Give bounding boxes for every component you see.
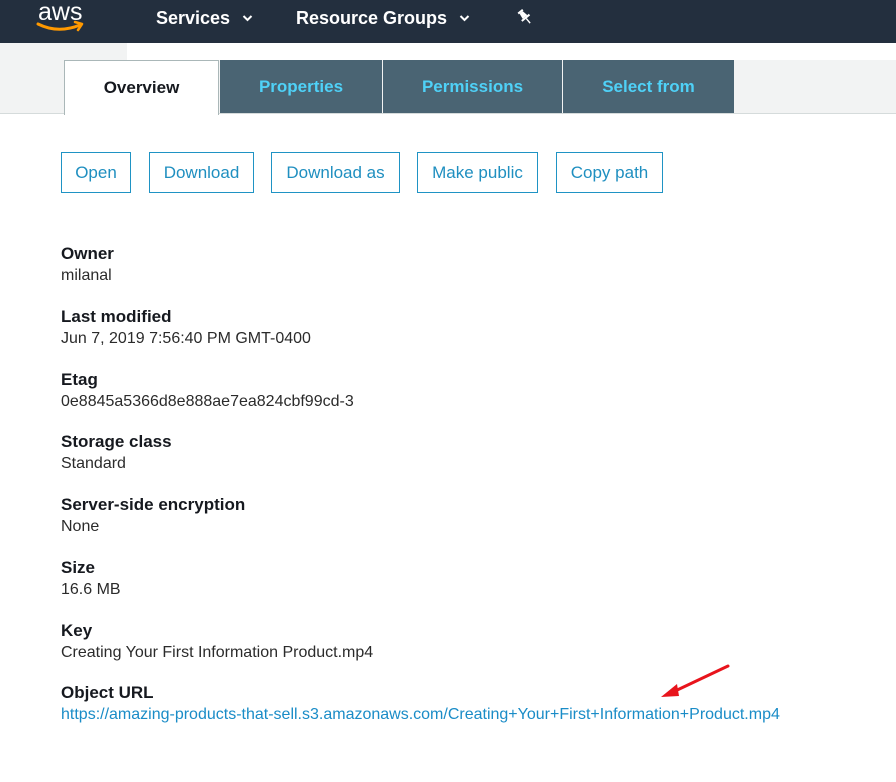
top-navigation-bar: aws Services Resource Groups [0, 0, 896, 43]
last-modified-label: Last modified [61, 307, 172, 326]
aws-logo[interactable]: aws [36, 0, 92, 38]
last-modified-value: Jun 7, 2019 7:56:40 PM GMT-0400 [61, 330, 311, 347]
tab-permissions[interactable]: Permissions [383, 60, 562, 113]
size-label: Size [61, 558, 96, 577]
owner-label: Owner [61, 244, 114, 263]
services-menu[interactable]: Services [156, 7, 253, 29]
services-label: Services [156, 7, 231, 28]
key-value: Creating Your First Information Product.… [61, 644, 374, 661]
download-button[interactable]: Download [149, 152, 254, 193]
storage-class-value: Standard [61, 455, 126, 472]
open-button[interactable]: Open [61, 152, 131, 193]
encryption-label: Server-side encryption [61, 495, 246, 514]
chevron-down-icon [242, 15, 253, 22]
storage-class-property: Storage class Standard [61, 432, 172, 474]
size-property: Size 16.6 MB [61, 558, 121, 600]
etag-value: 0e8845a5366d8e888ae7ea824cbf99cd-3 [61, 393, 354, 410]
pin-icon[interactable] [516, 8, 534, 26]
annotation-arrow-icon [661, 664, 730, 697]
owner-value: milanal [61, 267, 112, 284]
last-modified-property: Last modified Jun 7, 2019 7:56:40 PM GMT… [61, 307, 311, 349]
tab-properties-label: Properties [258, 76, 344, 96]
encryption-value: None [61, 518, 100, 535]
size-value: 16.6 MB [61, 581, 121, 598]
tab-overview-label: Overview [103, 78, 180, 97]
tab-permissions-label: Permissions [421, 76, 524, 96]
tab-properties[interactable]: Properties [220, 60, 382, 113]
resource-groups-menu[interactable]: Resource Groups [296, 7, 470, 29]
key-label: Key [61, 621, 93, 640]
tab-overview[interactable]: Overview [64, 60, 219, 115]
copy-path-button[interactable]: Copy path [556, 152, 663, 193]
storage-class-label: Storage class [61, 432, 172, 451]
header-divider [127, 43, 896, 60]
key-property: Key Creating Your First Information Prod… [61, 621, 373, 663]
encryption-property: Server-side encryption None [61, 495, 245, 537]
tab-select-from[interactable]: Select from [563, 60, 734, 113]
make-public-button[interactable]: Make public [417, 152, 538, 193]
resource-groups-label: Resource Groups [296, 7, 448, 28]
etag-label: Etag [61, 370, 98, 389]
tab-select-from-label: Select from [602, 76, 695, 96]
etag-property: Etag 0e8845a5366d8e888ae7ea824cbf99cd-3 [61, 370, 354, 412]
chevron-down-icon [459, 15, 470, 22]
owner-property: Owner milanal [61, 244, 114, 286]
download-as-button[interactable]: Download as [271, 152, 400, 193]
aws-smile-icon [36, 20, 84, 32]
object-url-link[interactable]: https://amazing-products-that-sell.s3.am… [61, 706, 780, 723]
